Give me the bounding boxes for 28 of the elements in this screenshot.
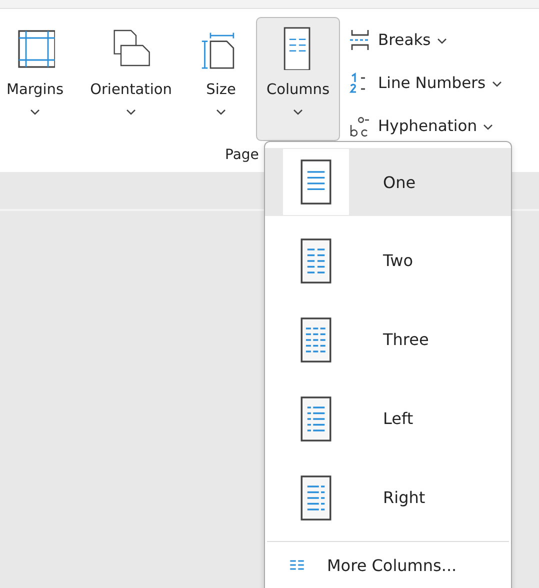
chevron-icon (436, 38, 447, 44)
hyphenation-icon (348, 114, 372, 138)
ribbon-button[interactable]: Columns (256, 17, 340, 141)
column-layout-icon (298, 474, 334, 520)
column-layout-icon (298, 316, 334, 362)
column-layout-icon (298, 396, 334, 442)
chevron-icon (30, 109, 40, 115)
menu-item[interactable]: Left (265, 379, 511, 458)
menu-item[interactable]: Two (265, 221, 511, 300)
ribbon-button[interactable]: Hyphenation (348, 111, 502, 141)
ribbon-button[interactable]: Line Numbers (348, 68, 502, 98)
column-layout-icon (298, 159, 334, 205)
menu-item[interactable]: One (265, 148, 511, 216)
menu-item[interactable]: Three (265, 300, 511, 379)
columns-icon (289, 559, 305, 571)
menu-item[interactable]: Right (265, 458, 511, 537)
menu-item[interactable]: More Columns... (265, 542, 511, 588)
ribbon-button[interactable]: Size (194, 17, 248, 141)
ribbon-button[interactable]: Breaks (348, 25, 502, 55)
ribbon-button[interactable]: Margins (0, 17, 76, 141)
column-layout-icon (298, 238, 334, 284)
chevron-icon (216, 109, 226, 115)
chevron-icon (483, 124, 494, 130)
chevron-icon (126, 109, 136, 115)
ribbon-button[interactable]: Orientation (80, 17, 182, 141)
chevron-icon (492, 81, 502, 87)
chevron-icon (293, 109, 303, 115)
group-label: Page (225, 147, 259, 163)
